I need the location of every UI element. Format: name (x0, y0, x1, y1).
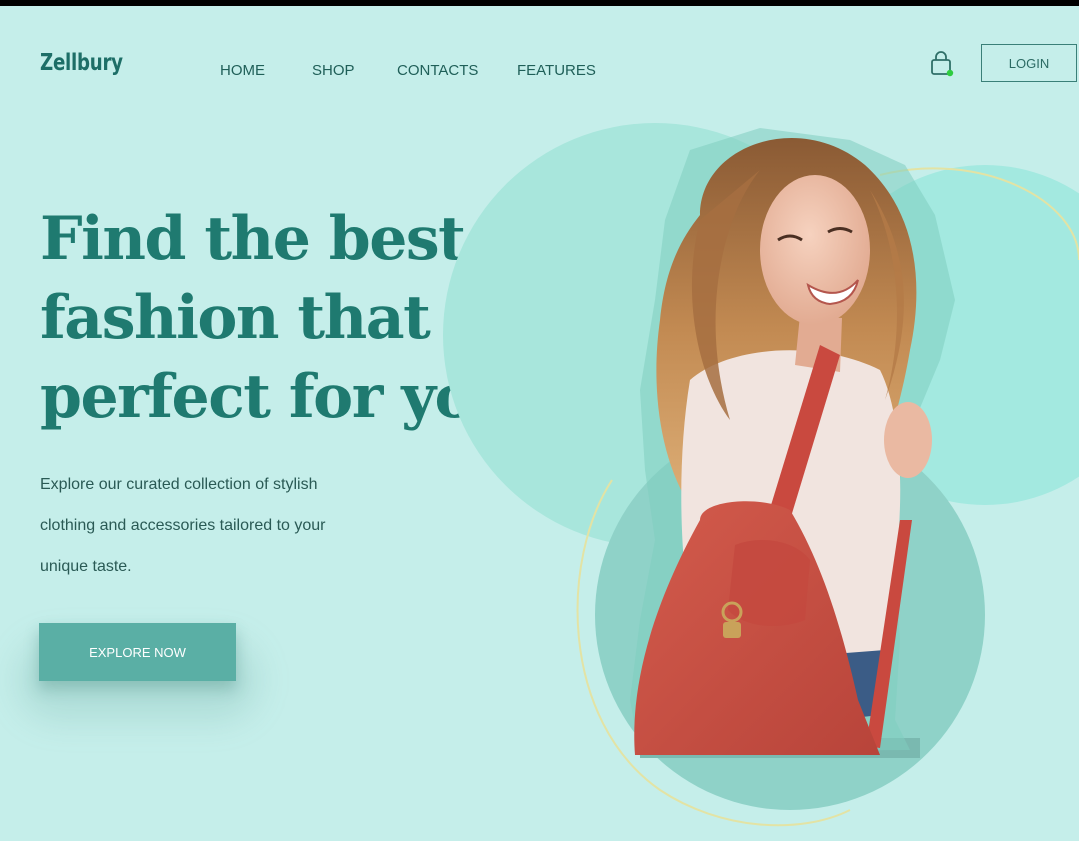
shopping-bag-icon[interactable] (928, 50, 954, 78)
login-button[interactable]: LOGIN (981, 44, 1077, 82)
nav-features[interactable]: FEATURES (517, 62, 596, 79)
nav-shop[interactable]: SHOP (312, 62, 355, 79)
nav-home[interactable]: HOME (220, 62, 265, 79)
explore-now-button[interactable]: EXPLORE NOW (39, 623, 236, 681)
hero-image (443, 123, 1079, 827)
brand-logo[interactable]: Zellbury (40, 50, 123, 76)
face (760, 175, 870, 325)
description-line-2: clothing and accessories tailored to you… (40, 517, 326, 534)
top-border (0, 0, 1079, 6)
hero-illustration (430, 110, 1079, 836)
description-line-1: Explore our curated collection of stylis… (40, 476, 318, 493)
hand (884, 402, 932, 478)
nav-contacts[interactable]: CONTACTS (397, 62, 478, 79)
hero-description: Explore our curated collection of stylis… (40, 464, 460, 587)
description-line-3: unique taste. (40, 558, 132, 575)
